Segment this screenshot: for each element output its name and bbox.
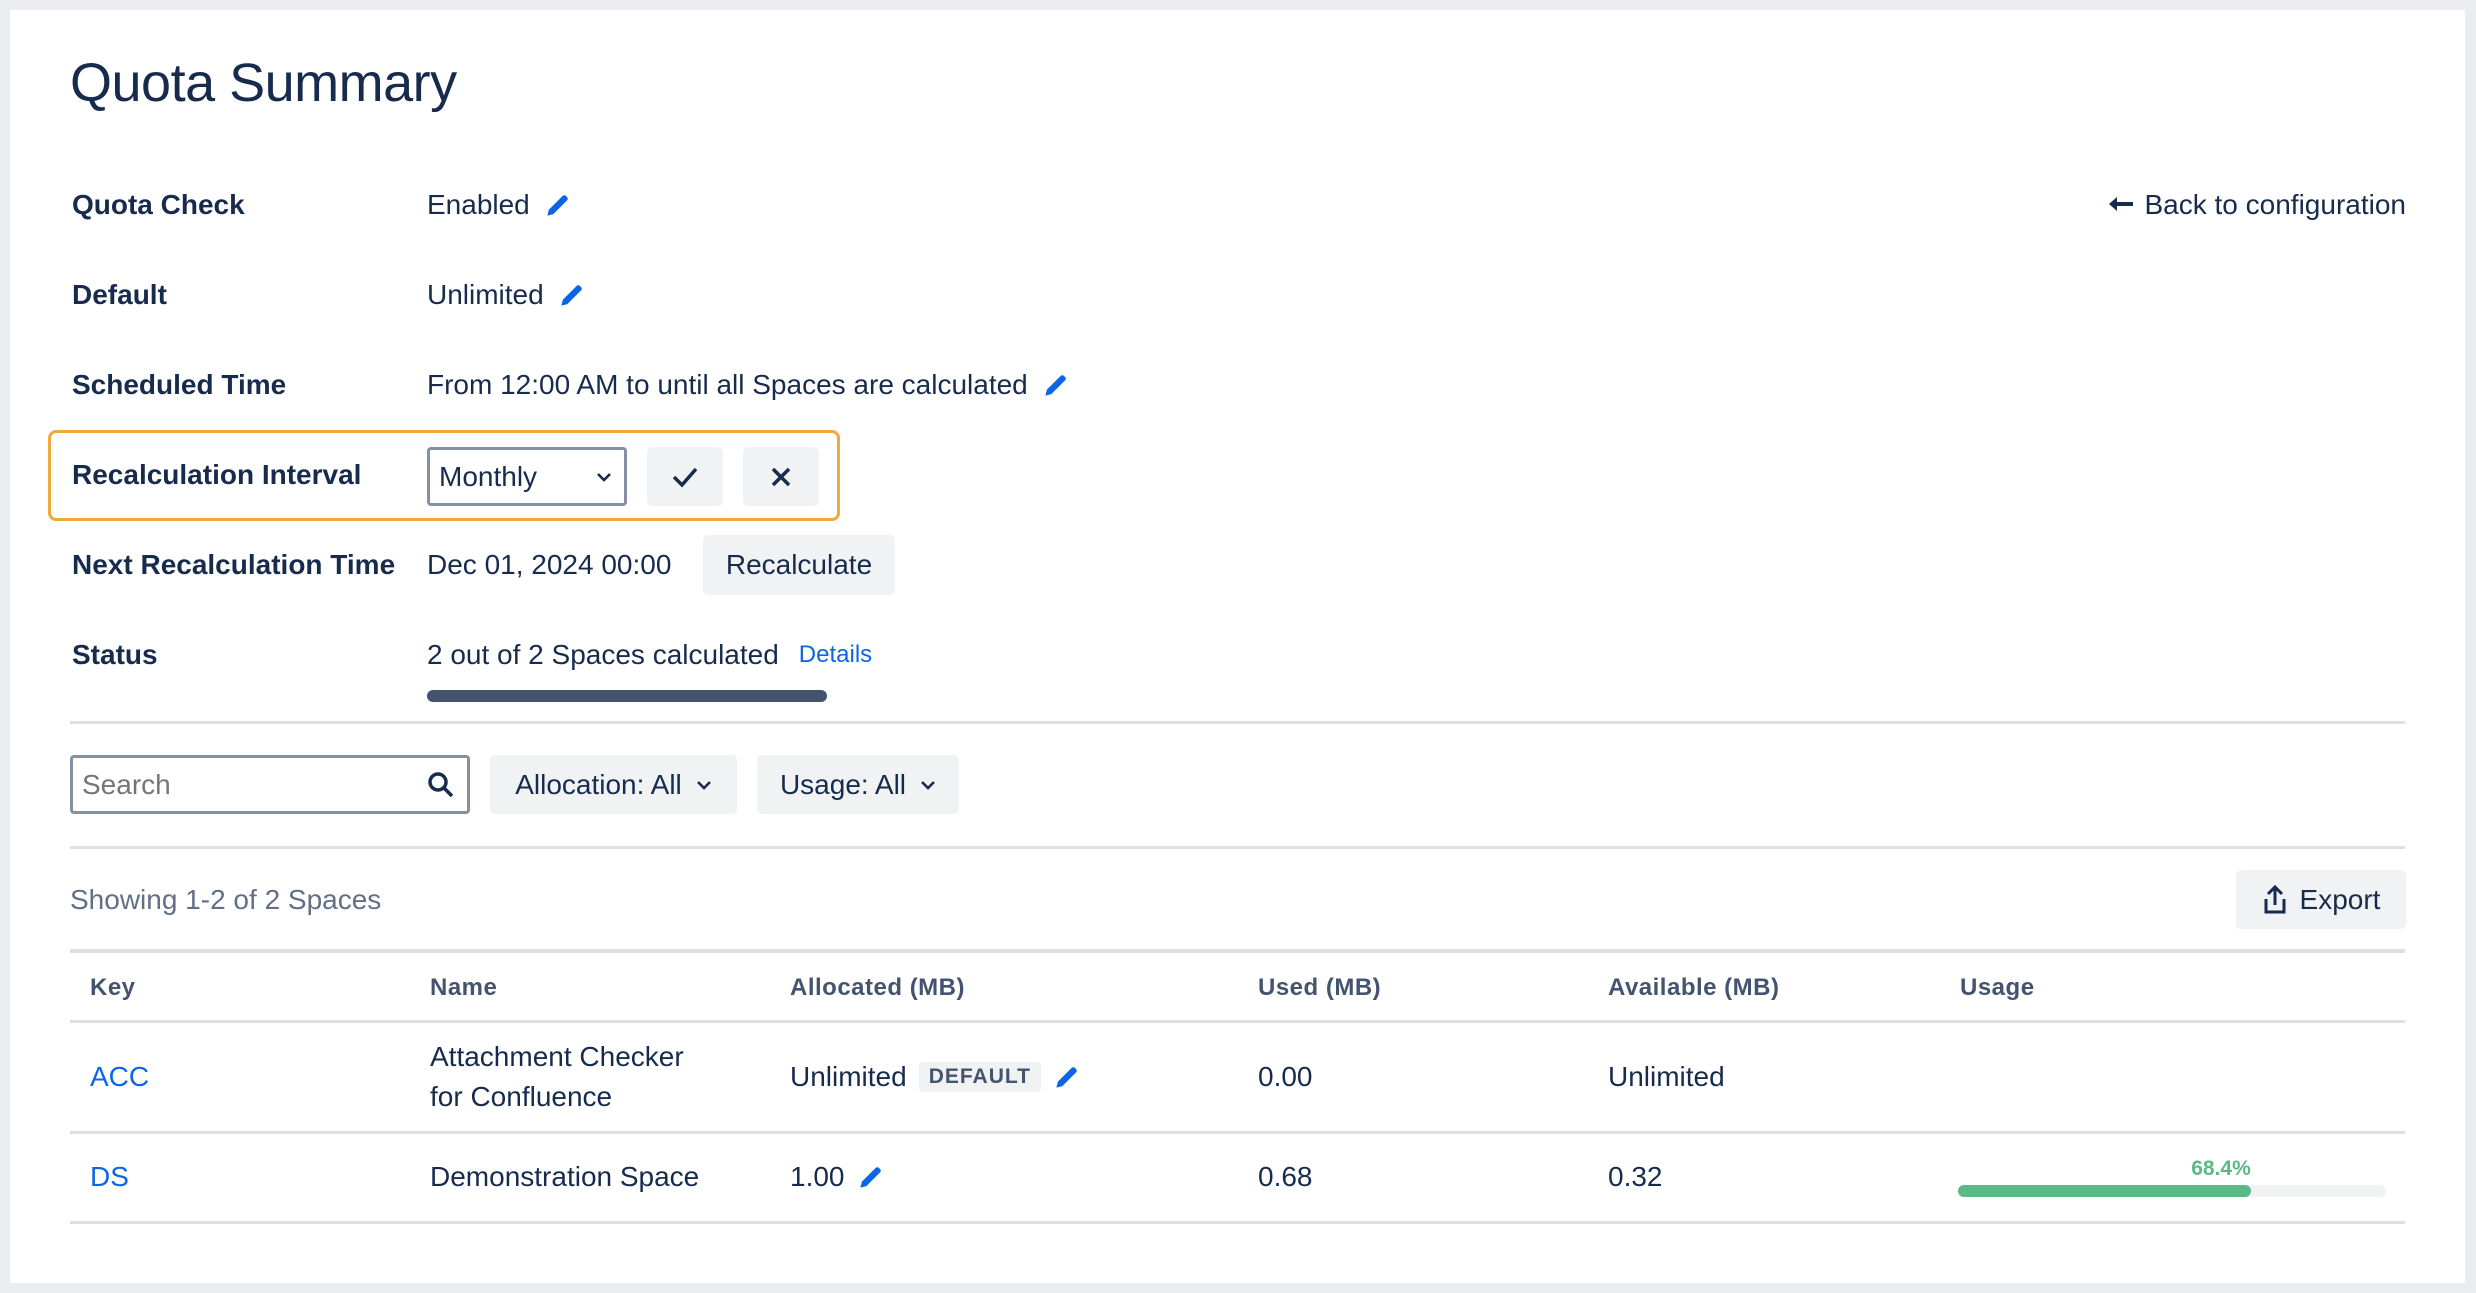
- recalc-interval-selected: Monthly: [439, 460, 538, 492]
- back-link-label: Back to configuration: [2144, 189, 2407, 220]
- recalc-interval-label: Recalculation Interval: [72, 459, 362, 490]
- quota-check-value: Enabled: [427, 189, 572, 221]
- usage-filter-label: Usage: All: [779, 768, 907, 800]
- usage-filter-dropdown[interactable]: Usage: All: [757, 755, 959, 814]
- space-name: Demonstration Space: [430, 1161, 700, 1192]
- chevron-down-icon: [597, 472, 611, 482]
- divider: [70, 1131, 2405, 1134]
- space-key-link[interactable]: ACC: [90, 1061, 149, 1093]
- space-name-line: for Confluence: [430, 1081, 613, 1112]
- usage-progress-bar: 68.4%: [1958, 1157, 2386, 1197]
- search-input[interactable]: [70, 755, 470, 814]
- scheduled-time-text: From 12:00 AM to until all Spaces are ca…: [427, 369, 1028, 400]
- default-label: Default: [72, 279, 167, 310]
- export-button[interactable]: Export: [2236, 870, 2406, 929]
- status-label: Status: [72, 639, 158, 670]
- default-value: Unlimited: [427, 279, 586, 311]
- column-header-available[interactable]: Available (MB): [1608, 974, 1779, 1002]
- edit-pencil-icon[interactable]: [544, 191, 572, 219]
- default-text: Unlimited: [427, 279, 544, 310]
- close-icon: [771, 467, 791, 486]
- chevron-down-icon: [921, 780, 935, 790]
- back-to-configuration-link[interactable]: Back to configuration: [2107, 189, 2407, 221]
- used-value: 0.00: [1258, 1061, 1313, 1092]
- next-recalc-value: Dec 01, 2024 00:00: [427, 549, 672, 580]
- divider: [70, 1221, 2405, 1224]
- allocated-cell: 1.00: [790, 1161, 885, 1193]
- status-progress-fill: [427, 690, 827, 702]
- scheduled-time-value: From 12:00 AM to until all Spaces are ca…: [427, 369, 1070, 401]
- chevron-down-icon: [696, 780, 711, 790]
- next-recalc-label: Next Recalculation Time: [72, 549, 396, 580]
- status-text: 2 out of 2 Spaces calculated: [427, 639, 779, 670]
- export-label: Export: [2299, 883, 2381, 915]
- allocation-filter-label: Allocation: All: [515, 768, 682, 800]
- recalculate-button[interactable]: Recalculate: [703, 535, 895, 595]
- search-icon: [428, 771, 454, 797]
- space-key-link[interactable]: DS: [90, 1161, 129, 1193]
- quota-check-text: Enabled: [427, 189, 530, 220]
- check-icon: [672, 467, 698, 488]
- back-arrow-icon: [2108, 197, 2133, 211]
- used-value: 0.68: [1258, 1161, 1313, 1192]
- space-name: Attachment Checker for Confluence: [430, 1037, 684, 1117]
- allocated-value: Unlimited: [790, 1061, 907, 1092]
- search-field[interactable]: [82, 768, 382, 801]
- allocation-filter-dropdown[interactable]: Allocation: All: [490, 755, 737, 814]
- edit-pencil-icon[interactable]: [1042, 371, 1070, 399]
- quota-summary-panel: [10, 10, 2465, 1283]
- results-summary: Showing 1-2 of 2 Spaces: [70, 884, 382, 915]
- default-badge: DEFAULT: [918, 1062, 1041, 1092]
- allocated-cell: Unlimited DEFAULT: [790, 1061, 1081, 1093]
- column-header-name[interactable]: Name: [430, 974, 497, 1002]
- space-name-line: Attachment Checker: [430, 1041, 684, 1072]
- usage-progress-fill: 68.4%: [1958, 1157, 2251, 1197]
- column-header-allocated[interactable]: Allocated (MB): [790, 974, 965, 1002]
- divider: [70, 846, 2405, 849]
- usage-percent-label: 68.4%: [2191, 1157, 2251, 1180]
- edit-pencil-icon[interactable]: [1053, 1063, 1081, 1091]
- page-title: Quota Summary: [70, 53, 457, 113]
- export-icon: [2264, 884, 2286, 913]
- divider: [70, 1020, 2405, 1023]
- available-value: 0.32: [1608, 1161, 1663, 1192]
- column-header-used[interactable]: Used (MB): [1258, 974, 1381, 1002]
- scheduled-time-label: Scheduled Time: [72, 369, 287, 400]
- divider: [70, 721, 2405, 724]
- details-link[interactable]: Details: [799, 641, 872, 669]
- quota-check-label: Quota Check: [72, 189, 245, 220]
- column-header-key[interactable]: Key: [90, 974, 136, 1002]
- available-value: Unlimited: [1608, 1061, 1725, 1092]
- edit-pencil-icon[interactable]: [857, 1163, 885, 1191]
- confirm-button[interactable]: [647, 447, 723, 506]
- cancel-button[interactable]: [743, 447, 819, 506]
- column-header-usage[interactable]: Usage: [1960, 974, 2035, 1002]
- allocated-value: 1.00: [790, 1161, 845, 1192]
- edit-pencil-icon[interactable]: [558, 281, 586, 309]
- status-progress-bar: [427, 690, 827, 702]
- recalc-interval-select[interactable]: Monthly: [427, 447, 627, 506]
- status-value: 2 out of 2 Spaces calculated Details: [427, 639, 872, 671]
- table-top-border: [70, 949, 2405, 953]
